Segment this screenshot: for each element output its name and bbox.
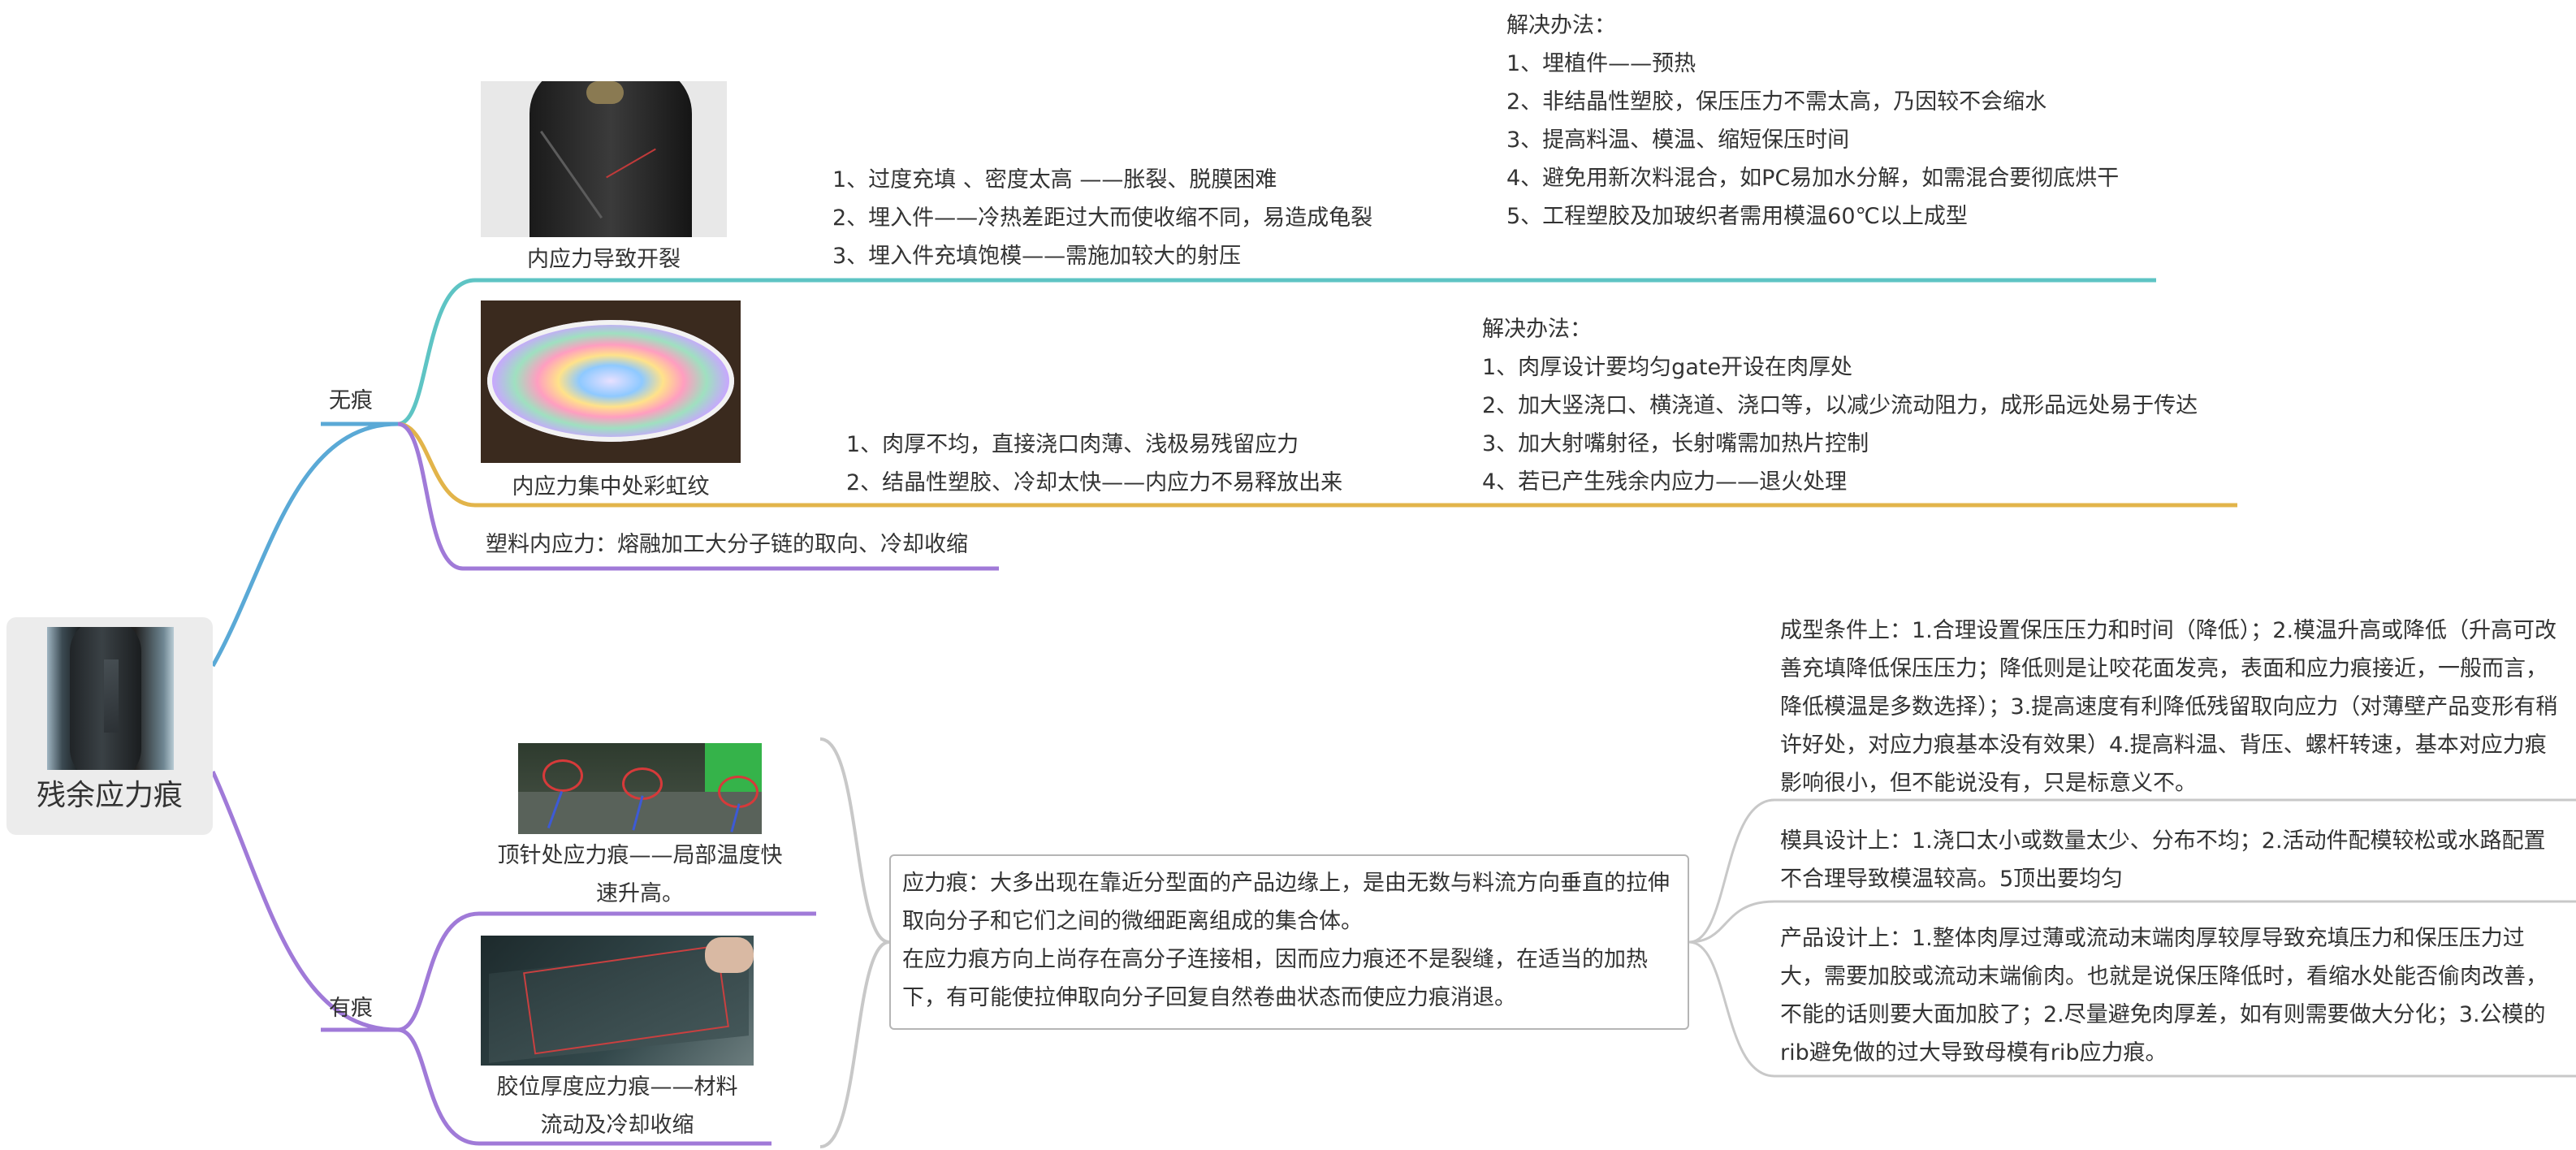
- crack-solution: 5、工程塑胶及加玻织者需用模温60℃以上成型: [1506, 204, 1968, 229]
- rainbow-solution: 2、加大竖浇口、横浇道、浇口等，以减少流动阻力，成形品远处易于传达: [1482, 393, 2198, 418]
- connector-definition: [819, 737, 890, 1148]
- crack-photo: [481, 81, 727, 237]
- root-photo: [47, 627, 174, 770]
- branch-label-wuhen[interactable]: 无痕: [329, 382, 373, 420]
- crack-solution: 1、埋植件——预热: [1506, 51, 1696, 76]
- branch-label-youhen[interactable]: 有痕: [329, 989, 373, 1027]
- connector-root-wuhen: [210, 422, 399, 668]
- thickness-caption-line: 流动及冷却收缩: [540, 1113, 694, 1138]
- product-design-note[interactable]: 产品设计上：1.整体肉厚过薄或流动末端肉厚较厚导致充填压力和保压压力过大，需要加…: [1780, 919, 2560, 1072]
- crack-caption[interactable]: 内应力导致开裂: [481, 240, 727, 279]
- crack-cause: 2、埋入件——冷热差距过大而使收缩不同，易造成龟裂: [832, 205, 1373, 231]
- stress-mark-definition[interactable]: 应力痕：大多出现在靠近分型面的产品边缘上，是由无数与料流方向垂直的拉伸取向分子和…: [889, 854, 1689, 1030]
- rainbow-photo: [481, 300, 741, 463]
- definition-paragraph: 在应力痕方向上尚存在高分子连接相，因而应力痕还不是裂缝，在适当的加热下，有可能使…: [902, 947, 1648, 1010]
- thickness-caption-line: 胶位厚度应力痕——材料: [496, 1074, 738, 1100]
- rainbow-cause: 2、结晶性塑胶、冷却太快——内应力不易释放出来: [846, 470, 1343, 495]
- root-label: 残余应力痕: [36, 779, 183, 812]
- mold-design-note[interactable]: 模具设计上：1.浇口太小或数量太少、分布不均；2.活动件配模较松或水路配置不合理…: [1780, 822, 2560, 898]
- rainbow-solution: 1、肉厚设计要均匀gate开设在肉厚处: [1482, 355, 1853, 380]
- thickness-photo: [481, 936, 754, 1066]
- ejector-photo: [518, 743, 762, 834]
- definition-paragraph: 应力痕：大多出现在靠近分型面的产品边缘上，是由无数与料流方向垂直的拉伸取向分子和…: [902, 871, 1670, 934]
- ejector-caption[interactable]: 顶针处应力痕——局部温度快 速升高。: [469, 837, 810, 913]
- crack-solution: 4、避免用新次料混合，如PC易加水分解，如需混合要彻底烘干: [1506, 166, 2120, 191]
- rainbow-cause: 1、肉厚不均，直接浇口肉薄、浅极易残留应力: [846, 432, 1299, 457]
- crack-solution-title: 解决办法：: [1506, 13, 1616, 38]
- rainbow-caption[interactable]: 内应力集中处彩虹纹: [481, 468, 741, 506]
- crack-cause: 3、埋入件充填饱模——需施加较大的射压: [832, 244, 1242, 269]
- rainbow-solution: 3、加大射嘴射径，长射嘴需加热片控制: [1482, 431, 1869, 456]
- crack-cause: 1、过度充填 、密度太高 ——胀裂、脱膜困难: [832, 167, 1277, 192]
- plastic-stress-label[interactable]: 塑料内应力：熔融加工大分子链的取向、冷却收缩: [486, 525, 968, 564]
- thickness-caption[interactable]: 胶位厚度应力痕——材料 流动及冷却收缩: [455, 1068, 780, 1144]
- rainbow-solution: 4、若已产生残余内应力——退火处理: [1482, 469, 1848, 495]
- ejector-caption-line: 顶针处应力痕——局部温度快: [497, 843, 783, 868]
- rainbow-solution-title: 解决办法：: [1482, 317, 1592, 342]
- crack-solution: 3、提高料温、模温、缩短保压时间: [1506, 128, 1850, 153]
- crack-solution: 2、非结晶性塑胶，保压压力不需太高，乃因较不会缩水: [1506, 89, 2047, 115]
- ejector-caption-line: 速升高。: [596, 881, 684, 906]
- root-node[interactable]: 残余应力痕: [6, 617, 213, 835]
- molding-condition-note[interactable]: 成型条件上：1.合理设置保压压力和时间（降低）；2.模温升高或降低（升高可改善充…: [1780, 612, 2560, 802]
